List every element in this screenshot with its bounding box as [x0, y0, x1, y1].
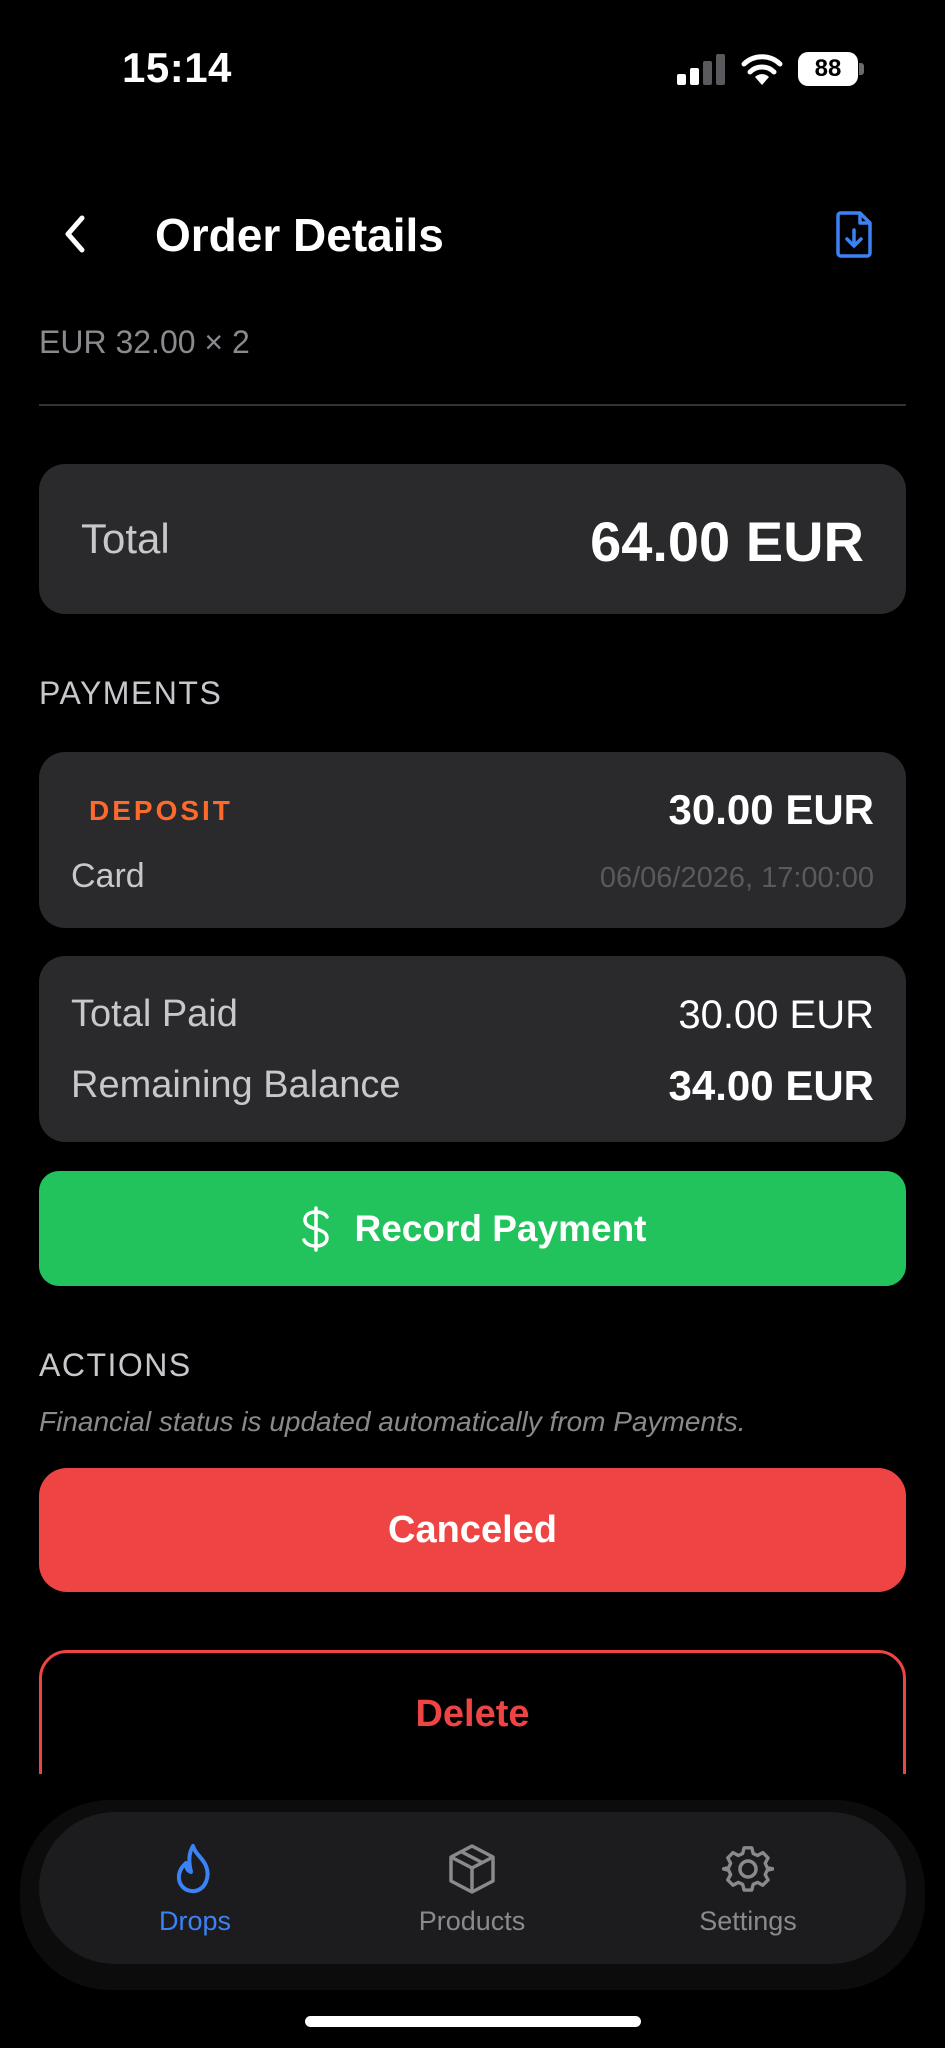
tab-settings[interactable]: Settings — [648, 1812, 848, 1964]
total-label: Total — [81, 515, 170, 562]
tab-drops[interactable]: Drops — [95, 1812, 295, 1964]
tab-bar: Drops Products Settings — [39, 1812, 906, 1964]
remaining-balance-label: Remaining Balance — [71, 1064, 401, 1106]
back-button[interactable] — [48, 206, 102, 262]
delete-label: Delete — [415, 1692, 530, 1735]
tab-products[interactable]: Products — [372, 1812, 572, 1964]
order-status-label: Canceled — [388, 1508, 557, 1551]
record-payment-button[interactable]: Record Payment — [39, 1171, 906, 1286]
payment-type-badge: DEPOSIT — [89, 795, 233, 826]
box-icon — [446, 1842, 498, 1896]
nav-header: Order Details — [0, 190, 945, 280]
cellular-signal-icon — [677, 53, 727, 85]
tab-settings-label: Settings — [699, 1906, 797, 1936]
payment-method: Card — [71, 857, 145, 895]
battery-icon: 88 — [798, 52, 864, 86]
export-pdf-button[interactable] — [826, 204, 882, 264]
payment-amount: 30.00 EUR — [668, 786, 874, 833]
dollar-icon — [301, 1205, 329, 1252]
payment-date: 06/06/2026, 17:00:00 — [599, 862, 874, 894]
page-title: Order Details — [155, 209, 444, 261]
line-item-price: EUR 32.00 × 2 — [39, 324, 250, 360]
gear-icon — [722, 1842, 774, 1896]
total-paid-label: Total Paid — [71, 993, 238, 1035]
financial-status-note: Financial status is updated automaticall… — [39, 1406, 746, 1437]
status-bar: 15:14 88 — [0, 0, 945, 140]
total-value: 64.00 EUR — [590, 510, 864, 573]
remaining-balance-value: 34.00 EUR — [668, 1062, 874, 1109]
record-payment-label: Record Payment — [354, 1207, 647, 1249]
divider — [39, 404, 906, 406]
battery-percent: 88 — [798, 52, 858, 86]
tab-drops-label: Drops — [158, 1906, 232, 1936]
payment-summary-card: Total Paid 30.00 EUR Remaining Balance 3… — [39, 956, 906, 1142]
flame-icon — [169, 1842, 221, 1896]
total-card: Total 64.00 EUR — [39, 464, 906, 614]
delete-button[interactable]: Delete — [39, 1650, 906, 1774]
order-status-button[interactable]: Canceled — [39, 1468, 906, 1592]
payments-section-label: PAYMENTS — [39, 675, 223, 711]
actions-section-label: ACTIONS — [39, 1347, 192, 1383]
payment-item[interactable]: DEPOSIT 30.00 EUR Card 06/06/2026, 17:00… — [39, 752, 906, 928]
document-download-icon — [836, 211, 872, 258]
wifi-icon — [741, 52, 783, 86]
status-time: 15:14 — [122, 44, 232, 91]
home-indicator — [305, 2016, 641, 2027]
chevron-left-icon — [65, 215, 85, 253]
tab-products-label: Products — [418, 1906, 526, 1936]
total-paid-value: 30.00 EUR — [678, 993, 874, 1037]
